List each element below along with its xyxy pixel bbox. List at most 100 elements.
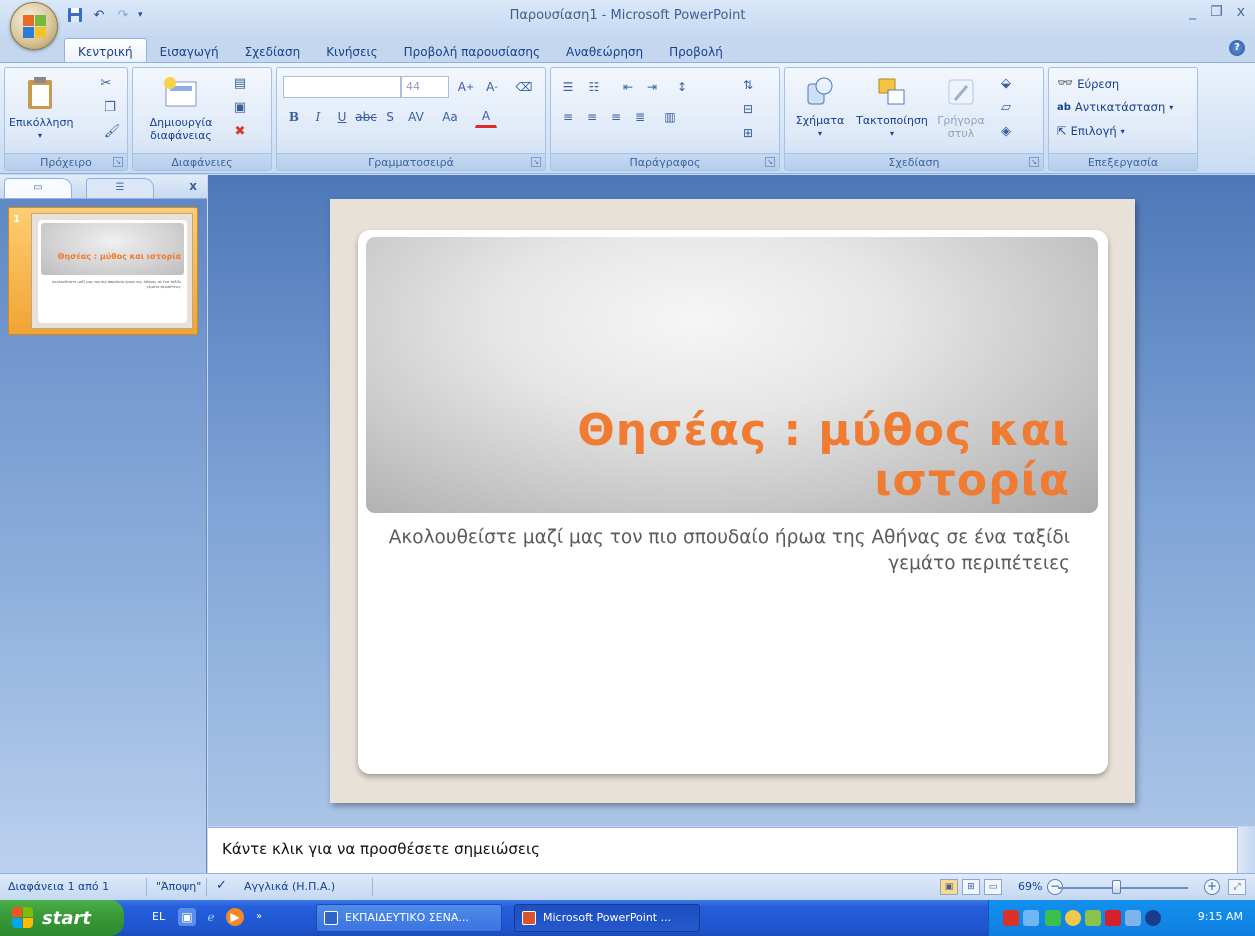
paste-button[interactable]: Επικόλληση ▾: [9, 76, 73, 142]
clear-format-icon[interactable]: ⌫: [513, 76, 535, 98]
line-spacing-icon[interactable]: ↕: [671, 76, 693, 98]
layout-icon[interactable]: ▤: [231, 74, 249, 92]
font-size-combo[interactable]: 44: [401, 76, 449, 98]
italic-icon[interactable]: I: [307, 106, 329, 128]
ati-tray-icon[interactable]: [1105, 910, 1121, 926]
tab-view[interactable]: Προβολή: [656, 40, 736, 64]
volume-tray-icon[interactable]: [1145, 910, 1161, 926]
select-button[interactable]: ⇱ Επιλογή ▾: [1057, 124, 1125, 138]
tab-home[interactable]: Κεντρική: [64, 38, 147, 64]
align-right-icon[interactable]: ≡: [605, 106, 627, 128]
language-indicator[interactable]: Αγγλικά (Η.Π.Α.): [244, 880, 335, 893]
tab-animations[interactable]: Κινήσεις: [313, 40, 390, 64]
numbering-icon[interactable]: ☷: [583, 76, 605, 98]
task-powerpoint[interactable]: Microsoft PowerPoint ...: [514, 904, 700, 932]
change-case-icon[interactable]: Aa: [439, 106, 461, 128]
fit-to-window-icon[interactable]: ⤢: [1228, 879, 1246, 895]
align-center-icon[interactable]: ≡: [581, 106, 603, 128]
start-button[interactable]: start: [0, 900, 124, 936]
paste-dropdown-icon[interactable]: ▾: [9, 129, 71, 142]
drawing-launcher-icon[interactable]: ↘: [1029, 157, 1039, 167]
shape-effects-icon[interactable]: ◈: [997, 122, 1015, 140]
underline-icon[interactable]: U: [331, 106, 353, 128]
slide-sorter-icon[interactable]: ⊞: [962, 879, 980, 895]
normal-view-icon[interactable]: ▣: [940, 879, 958, 895]
shape-fill-icon[interactable]: ⬙: [997, 74, 1015, 92]
slide-thumbnail[interactable]: 1 Θησέας : μύθος και ιστορία Ακολουθείστ…: [8, 207, 198, 335]
shape-outline-icon[interactable]: ▱: [997, 98, 1015, 116]
bold-icon[interactable]: B: [283, 106, 305, 128]
replace-button[interactable]: ab Αντικατάσταση ▾: [1057, 100, 1173, 114]
show-desktop-icon[interactable]: ▣: [178, 908, 196, 926]
arrange-icon: [878, 78, 905, 105]
paragraph-launcher-icon[interactable]: ↘: [765, 157, 775, 167]
font-group: 44 A + A- ⌫ B I U abc S AV Aa A Γραμματοσ…: [276, 67, 546, 171]
display-tray-icon[interactable]: [1045, 910, 1061, 926]
font-launcher-icon[interactable]: ↘: [531, 157, 541, 167]
spell-check-icon[interactable]: ✓: [216, 878, 227, 893]
text-direction-icon[interactable]: ⇅: [737, 74, 759, 96]
font-color-icon[interactable]: A: [475, 106, 497, 128]
zoom-slider[interactable]: [1058, 887, 1188, 889]
arrange-button[interactable]: Τακτοποίηση ▾: [851, 76, 933, 140]
format-painter-icon[interactable]: 🖌: [103, 122, 121, 140]
thumbnail-subtitle: Ακολουθείστε μαζί μας τον πιο σπουδαίο ή…: [52, 280, 181, 289]
slide-subtitle[interactable]: Ακολουθείστε μαζί μας τον πιο σπουδαίο ή…: [370, 525, 1070, 577]
slide-title[interactable]: Θησέας : μύθος και ιστορία: [390, 406, 1070, 506]
slide[interactable]: Θησέας : μύθος και ιστορία Ακολουθείστε …: [330, 199, 1135, 803]
tab-insert[interactable]: Εισαγωγή: [147, 40, 232, 64]
new-slide-button[interactable]: Δημιουργία διαφάνειας: [139, 76, 223, 142]
antivirus-tray-icon[interactable]: [1085, 910, 1101, 926]
tab-design[interactable]: Σχεδίαση: [232, 40, 314, 64]
acrobat-tray-icon[interactable]: [1003, 910, 1019, 926]
sync-tray-icon[interactable]: [1065, 910, 1081, 926]
align-left-icon[interactable]: ≡: [557, 106, 579, 128]
grow-font-icon[interactable]: A +: [455, 76, 477, 98]
notes-scrollbar[interactable]: [1237, 827, 1255, 873]
tab-slides-icon[interactable]: ▭: [4, 178, 72, 198]
cut-icon[interactable]: ✂: [97, 74, 115, 92]
paragraph-group: ☰ ☷ ⇤ ⇥ ↕ ⇅ ⊟ ⊞ ≡ ≡ ≡ ≣ ▥ Παράγραφος ↘: [550, 67, 780, 171]
monitor-tray-icon[interactable]: [1125, 910, 1141, 926]
internet-explorer-icon[interactable]: ℯ: [202, 908, 220, 926]
increase-indent-icon[interactable]: ⇥: [641, 76, 663, 98]
slide-show-icon[interactable]: ▭: [984, 879, 1002, 895]
character-spacing-icon[interactable]: AV: [405, 106, 427, 128]
shrink-font-icon[interactable]: A-: [481, 76, 503, 98]
shapes-button[interactable]: Σχήματα ▾: [789, 76, 851, 140]
decrease-indent-icon[interactable]: ⇤: [617, 76, 639, 98]
thumbnail-title: Θησέας : μύθος και ιστορία: [57, 252, 181, 261]
copy-icon[interactable]: ❐: [101, 98, 119, 116]
delete-slide-icon[interactable]: ✖: [231, 122, 249, 140]
tab-slide-show[interactable]: Προβολή παρουσίασης: [391, 40, 553, 64]
notes-pane[interactable]: Κάντε κλικ για να προσθέσετε σημειώσεις: [208, 827, 1237, 873]
zoom-slider-thumb[interactable]: [1112, 880, 1121, 894]
shadow-icon[interactable]: S: [379, 106, 401, 128]
quick-styles-button[interactable]: Γρήγορα στυλ: [933, 76, 989, 140]
pane-close-button[interactable]: x: [189, 179, 197, 193]
close-button[interactable]: x: [1237, 4, 1245, 20]
network-tray-icon[interactable]: [1023, 910, 1039, 926]
office-button[interactable]: [10, 2, 58, 50]
align-text-icon[interactable]: ⊟: [737, 98, 759, 120]
tab-outline-icon[interactable]: ☰: [86, 178, 154, 198]
help-icon[interactable]: ?: [1229, 40, 1245, 56]
minimize-button[interactable]: _: [1189, 4, 1196, 20]
reset-icon[interactable]: ▣: [231, 98, 249, 116]
font-name-combo[interactable]: [283, 76, 401, 98]
task-word-document[interactable]: ΕΚΠΑΙΔΕΥΤΙΚΟ ΣΕΝΑ...: [316, 904, 502, 932]
columns-icon[interactable]: ▥: [659, 106, 681, 128]
smartart-icon[interactable]: ⊞: [737, 122, 759, 144]
media-player-icon[interactable]: ▶: [226, 908, 244, 926]
strikethrough-icon[interactable]: abc: [355, 106, 377, 128]
more-quicklaunch-icon[interactable]: »: [250, 908, 268, 926]
input-language[interactable]: EL: [152, 910, 165, 923]
tab-review[interactable]: Αναθεώρηση: [553, 40, 656, 64]
zoom-in-icon[interactable]: +: [1204, 879, 1220, 895]
clipboard-launcher-icon[interactable]: ↘: [113, 157, 123, 167]
zoom-level[interactable]: 69%: [1018, 880, 1042, 893]
find-button[interactable]: 👓 Εύρεση: [1057, 76, 1119, 91]
restore-button[interactable]: ❐: [1210, 4, 1223, 20]
bullets-icon[interactable]: ☰: [557, 76, 579, 98]
justify-icon[interactable]: ≣: [629, 106, 651, 128]
